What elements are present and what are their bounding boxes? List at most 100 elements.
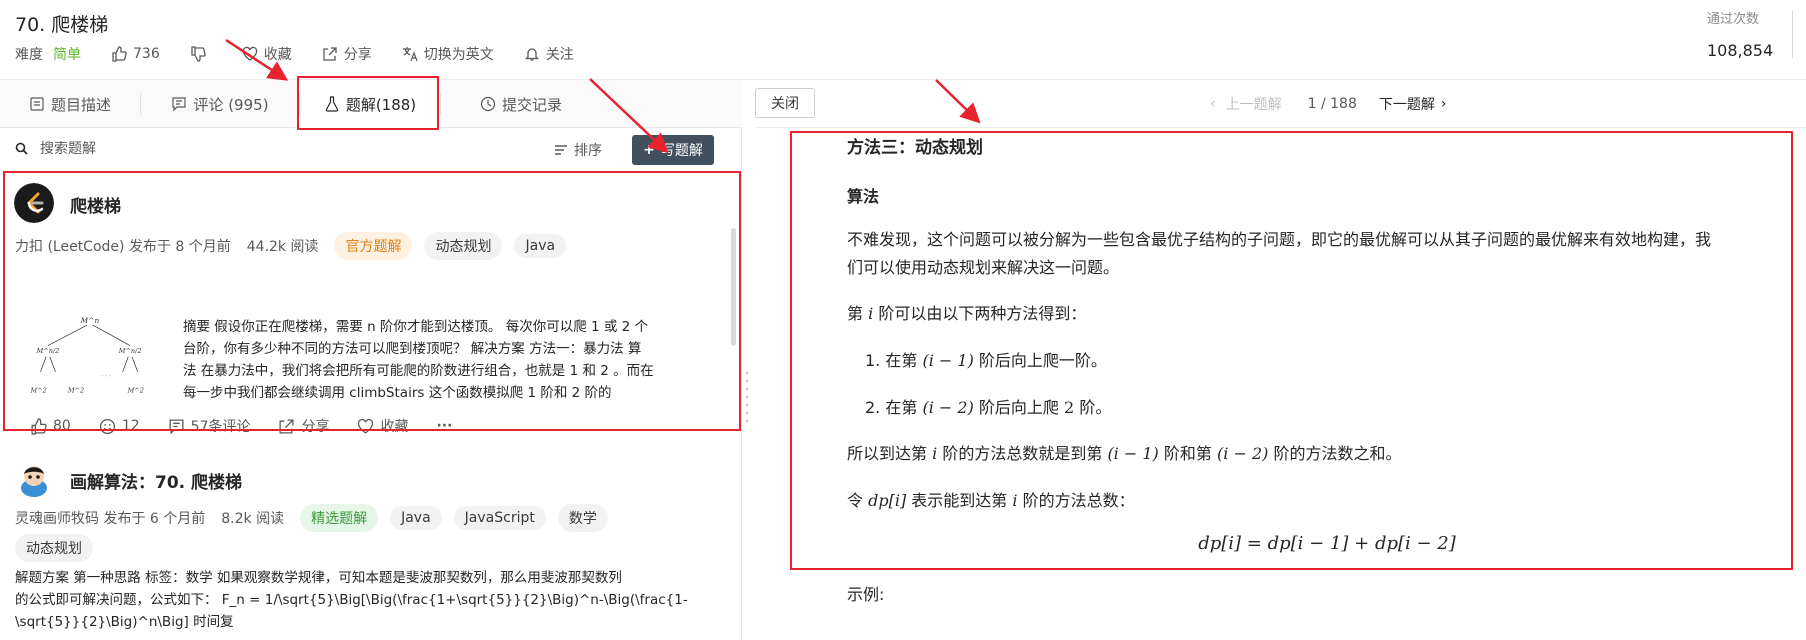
solution-comments-button[interactable]: 57条评论 [168,416,251,436]
search-input[interactable] [40,137,340,161]
favorite-button[interactable]: 收藏 [242,44,292,64]
text-span: 阶的方法数之和。 [1273,444,1402,463]
tab-submissions[interactable]: 提交记录 [441,80,601,128]
tab-description[interactable]: 题目描述 [0,80,140,128]
solution-card[interactable]: 爬楼梯 力扣 (LeetCode) 发布于 8 个月前 44.2k 阅读 官方题… [0,170,742,454]
tag-featured[interactable]: 精选题解 [300,504,379,532]
solution-title[interactable]: 画解算法：70. 爬楼梯 [70,468,242,493]
translate-icon [402,47,418,62]
tag-official[interactable]: 官方题解 [334,232,413,260]
problem-header: 70. 爬楼梯 难度 简单 736 收藏 分享 切换为英文 关注 通过次数 10… [0,0,1806,80]
bell-icon [524,48,539,61]
plus-icon: + [643,142,655,158]
close-button[interactable]: 关闭 [755,88,815,118]
follow-label: 关注 [545,47,574,63]
summary-line: 法 在暴力法中，我们将会把所有可能爬的阶数进行组合，也就是 1 和 2 。而在 [183,363,654,379]
text-span: 在第 [885,351,918,370]
difficulty-value: 简单 [53,47,81,63]
solution-like-count: 80 [53,418,71,434]
follow-button[interactable]: 关注 [524,44,574,64]
summary-line: 台阶，你有多少种不同的方法可以爬到楼顶呢？ 解决方案 方法一：暴力法 算 [183,341,642,357]
thumb-label: M^n [80,316,100,325]
share-button[interactable]: 分享 [322,44,372,64]
solution-comments-label: 57条评论 [190,419,251,435]
summary-line: 每一步中我们都会继续调用 climbStairs 这个函数模拟爬 1 阶和 2 … [183,385,612,401]
share-icon [279,418,294,434]
like-count: 736 [133,46,160,62]
tab-description-label: 题目描述 [50,95,111,114]
dislike-button[interactable] [190,46,212,62]
solution-author: 力扣 (LeetCode) 发布于 8 个月前 [15,239,231,255]
solution-meta-extra: 动态规划 [15,534,715,562]
solution-card[interactable]: 画解算法：70. 爬楼梯 灵魂画师牧码 发布于 6 个月前 8.2k 阅读 精选… [0,454,742,640]
prev-solution-button[interactable]: ‹ 上一题解 [1210,94,1282,114]
comment-icon [169,418,184,434]
translate-button[interactable]: 切换为英文 [402,44,494,64]
thumb-label: M^2 [30,386,47,394]
solution-share-button[interactable]: 分享 [278,416,329,436]
article-heading: 方法三：动态规划 [847,138,983,158]
panel-resize-handle[interactable] [745,370,749,426]
solution-meta: 灵魂画师牧码 发布于 6 个月前 8.2k 阅读 精选题解 Java JavaS… [15,504,715,532]
article-line: 们可以使用动态规划来解决这一问题。 [847,258,1120,277]
solution-summary[interactable]: 摘要 假设你正在爬楼梯，需要 n 阶你才能到达楼顶。 每次你可以爬 1 或 2 … [183,316,723,404]
solution-summary[interactable]: 解题方案 第一种思路 标签：数学 如果观察数学规律，可知本题是斐波那契数列，那么… [15,567,715,633]
solution-reaction-button[interactable]: 12 [99,418,140,435]
stats-label: 通过次数 [1707,12,1760,27]
list-number: 2. [865,398,886,417]
chevron-right-icon: › [1440,96,1447,112]
tag-java[interactable]: Java [390,506,442,530]
solution-title[interactable]: 爬楼梯 [70,192,121,217]
solution-favorite-button[interactable]: 收藏 [357,416,408,436]
more-options-button[interactable]: ··· [436,418,452,434]
sort-icon [555,145,567,155]
stats-value: 108,854 [1707,41,1774,60]
problem-meta-row: 难度 简单 736 收藏 分享 切换为英文 关注 [15,44,604,64]
dp-formula: dp[i] = dp[i − 1] + dp[i − 2] [1198,533,1456,554]
translate-label: 切换为英文 [423,47,494,63]
thumb-label: M^2 [127,386,144,394]
tag-javascript[interactable]: JavaScript [453,506,546,530]
next-solution-button[interactable]: 下一题解 › [1379,94,1447,114]
solution-thumbnail[interactable]: M^n M^n/2 M^n/2 · · · M^2 M^2 M^2 [15,312,165,396]
text-span: 阶后向上爬一阶。 [978,351,1107,370]
tab-comments[interactable]: 评论 (995) [141,80,299,128]
share-icon [323,47,337,61]
tag-math[interactable]: 数学 [557,504,608,532]
like-button[interactable]: 736 [111,46,160,62]
solution-author: 灵魂画师牧码 发布于 6 个月前 [15,511,206,527]
sort-label: 排序 [574,143,602,159]
search-icon [15,142,28,155]
math-expression: (i − 1) [1107,444,1159,463]
text-span: 第 [847,304,864,323]
text-span: 阶后向上爬 [978,398,1059,417]
tag-dp[interactable]: 动态规划 [424,232,503,260]
chevron-left-icon: ‹ [1210,96,1216,112]
tag-java[interactable]: Java [514,234,567,258]
smile-icon [99,418,115,434]
solution-share-label: 分享 [301,419,330,435]
summary-line: 的公式即可解决问题，公式如下： F_n = 1/\sqrt{5}\Big[\Bi… [15,592,688,608]
thumbs-down-icon [191,46,206,62]
scrollbar-thumb[interactable] [731,228,736,346]
article-paragraph: 第 i 阶可以由以下两种方法得到： [847,300,1086,328]
tab-solutions-label: 题解(188) [345,95,417,114]
tab-solutions[interactable]: 题解(188) [300,80,440,128]
tag-dp[interactable]: 动态规划 [15,534,93,562]
flask-icon [325,96,339,112]
tab-comments-label: 评论 (995) [193,95,269,114]
text-span: 所以到达第 [847,444,928,463]
thumb-label: M^2 [67,386,84,394]
sort-button[interactable]: 排序 [554,140,602,160]
author-avatar [14,460,54,500]
article-paragraph: 不难发现，这个问题可以被分解为一些包含最优子结构的子问题，即它的最优解可以从其子… [847,226,1806,282]
solution-like-button[interactable]: 80 [30,417,71,435]
summary-line: 摘要 假设你正在爬楼梯，需要 n 阶你才能到达楼顶。 每次你可以爬 1 或 2 … [183,319,649,335]
math-expression: dp[i] [868,491,907,510]
heart-icon [358,418,374,434]
write-solution-button[interactable]: + 写题解 [632,135,714,165]
list-number: 1. [865,351,886,370]
math-expression: (i − 1) [922,351,974,370]
solution-meta: 力扣 (LeetCode) 发布于 8 个月前 44.2k 阅读 官方题解 动态… [15,232,715,260]
solution-actions: 80 12 57条评论 分享 收藏 ··· [30,416,480,436]
